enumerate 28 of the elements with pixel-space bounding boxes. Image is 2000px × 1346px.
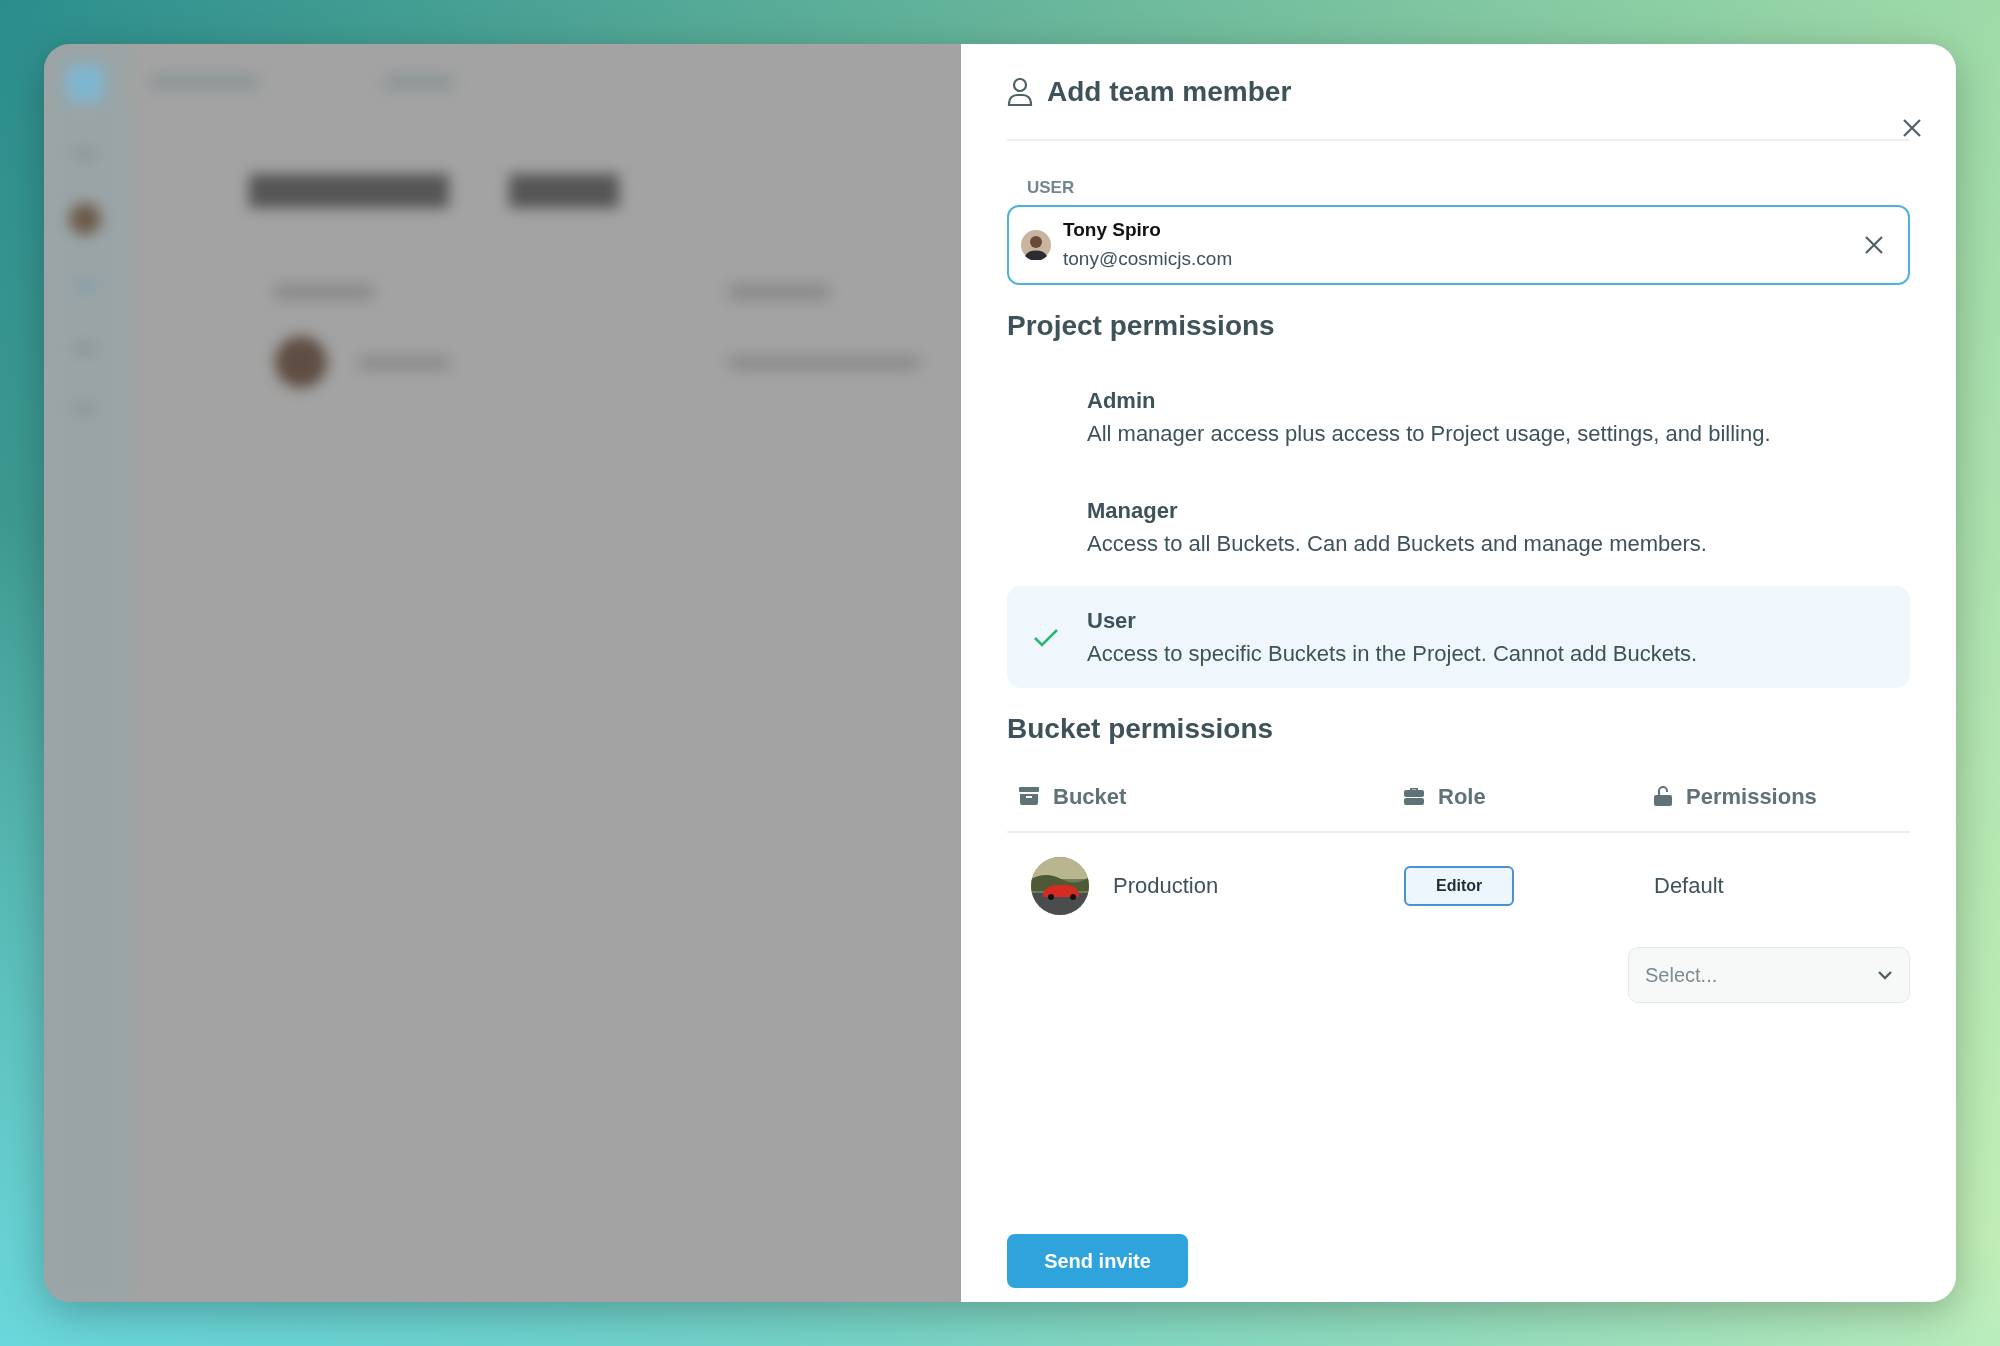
field-label: USER xyxy=(1027,177,1076,199)
permission-option[interactable]: Admin All manager access plus access to Project usage, settings, and billing. xyxy=(1007,366,1910,469)
section-heading: Bucket permissions xyxy=(1007,712,1275,746)
archive-box-icon xyxy=(1019,787,1039,806)
option-description: All manager access plus access to Project usage, settings, and billing. xyxy=(1087,420,1771,449)
user-email: tony@cosmicjs.com xyxy=(1063,246,1234,271)
permission-value: Default xyxy=(1654,872,1724,901)
column-header: Role xyxy=(1438,782,1486,811)
user-field[interactable]: Tony Spiro tony@cosmicjs.com xyxy=(1007,204,1910,285)
section-heading: Project permissions xyxy=(1007,308,1276,343)
option-title: User xyxy=(1087,607,1137,636)
column-header: Permissions xyxy=(1686,782,1817,811)
briefcase-icon xyxy=(1404,787,1424,806)
avatar-icon xyxy=(1021,229,1051,260)
option-description: Access to all Buckets. Can add Buckets and manage members. xyxy=(1087,530,1707,559)
bucket-name: Production xyxy=(1113,872,1219,901)
unlocked-padlock-icon xyxy=(1654,786,1672,807)
permission-option[interactable]: Manager Access to all Buckets. Can add Buckets and manage members. xyxy=(1007,476,1910,579)
user-icon xyxy=(1007,76,1033,107)
option-title: Admin xyxy=(1087,387,1157,416)
dialog-title: Add team member xyxy=(1047,74,1292,109)
role-badge: Editor xyxy=(1404,865,1515,906)
user-name: Tony Spiro xyxy=(1063,218,1162,242)
column-header: Bucket xyxy=(1053,782,1127,811)
option-description: Access to specific Buckets in the Project. Cannot add Buckets. xyxy=(1087,640,1698,669)
chevron-down-icon xyxy=(1877,969,1893,980)
option-title: Manager xyxy=(1087,497,1179,526)
permission-option[interactable]: User Access to specific Buckets in the Project. Cannot add Buckets. xyxy=(1007,586,1910,689)
